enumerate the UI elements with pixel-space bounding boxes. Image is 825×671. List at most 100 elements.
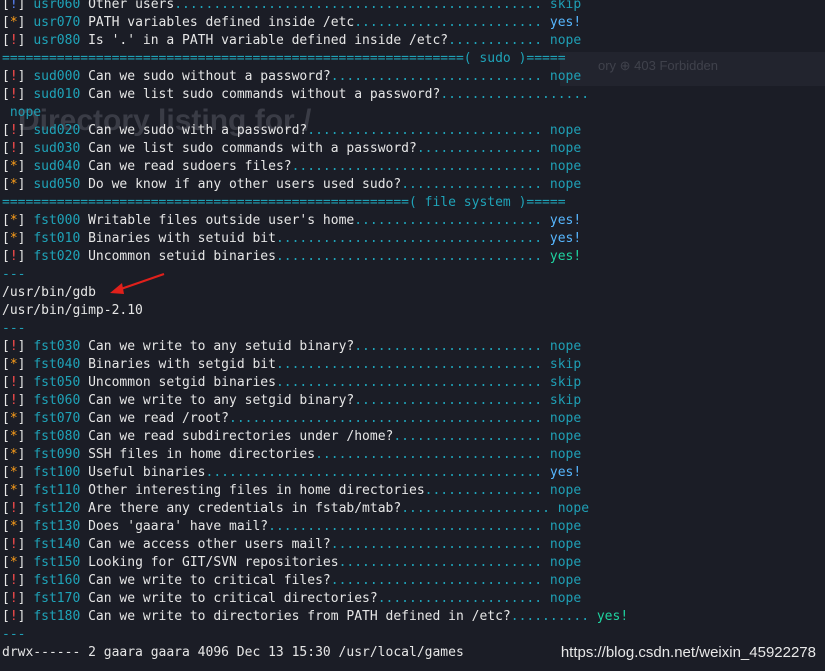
check-dots: ........................... [330,573,543,588]
severity-marker: * [9,159,18,174]
check-question: Can we list sudo commands with a passwor… [88,141,417,156]
check-code: fst100 [33,465,81,480]
check-row-fst170: [!] fst170 Can we write to critical dire… [2,590,824,608]
separator-right: ===== [526,51,566,66]
check-dots: .................................. [275,375,543,390]
check-question: Uncommon setuid binaries [88,249,276,264]
check-code: usr080 [33,33,81,48]
check-result: skip [549,357,582,372]
check-question: Writable files outside user's home [88,213,355,228]
output-text: --- [2,627,26,642]
output-text: --- [2,321,26,336]
check-code: fst140 [33,537,81,552]
check-dots: .................................. [275,249,543,264]
bracket-close: ] [17,177,26,192]
severity-marker: ! [9,339,18,354]
bracket-open: [ [2,357,10,372]
check-code: fst170 [33,591,81,606]
check-question: Can we write to critical files? [88,573,331,588]
bracket-close: ] [17,429,26,444]
bracket-open: [ [2,447,10,462]
check-code: usr070 [33,15,81,30]
severity-marker: ! [9,375,18,390]
check-question: PATH variables defined inside /etc [88,15,355,30]
bracket-open: [ [2,393,10,408]
check-row-fst000: [*] fst000 Writable files outside user's… [2,212,824,230]
bracket-open: [ [2,465,10,480]
bracket-close: ] [17,573,26,588]
check-code: sud040 [33,159,81,174]
bracket-close: ] [17,591,26,606]
check-dots: .................................. [275,231,543,246]
check-dots: ........................................ [229,411,543,426]
severity-marker: ! [9,573,18,588]
check-question: SSH files in home directories [88,447,316,462]
check-result: yes! [549,249,582,264]
check-result: skip [549,0,582,12]
check-code: fst070 [33,411,81,426]
bracket-open: [ [2,33,10,48]
check-dots: ..................... [377,591,543,606]
check-code: sud030 [33,141,81,156]
check-row-sud020: [!] sud020 Can we sudo with a password?.… [2,122,824,140]
check-question: Binaries with setuid bit [88,231,276,246]
severity-marker: * [9,429,18,444]
check-row-usr060: [!] usr060 Other users..................… [2,0,824,14]
check-question: Binaries with setgid bit [88,357,276,372]
check-row-sud040: [*] sud040 Can we read sudoers files?...… [2,158,824,176]
check-dots: .................. [401,177,543,192]
section-label: ( file system ) [409,195,527,210]
check-dots: ................ [416,141,543,156]
check-row-fst070: [*] fst070 Can we read /root?...........… [2,410,824,428]
check-row-fst010: [*] fst010 Binaries with setuid bit.....… [2,230,824,248]
output-text: /usr/bin/gimp-2.10 [2,303,143,318]
separator-right: ===== [526,195,566,210]
bracket-close: ] [17,483,26,498]
check-row-sud050: [*] sud050 Do we know if any other users… [2,176,824,194]
severity-marker: ! [9,537,18,552]
check-result: nope [549,159,582,174]
check-dots: .............................. [307,123,543,138]
bracket-close: ] [17,555,26,570]
check-result: nope [549,33,582,48]
check-row-fst040: [*] fst040 Binaries with setgid bit.....… [2,356,824,374]
check-result: nope [549,69,582,84]
check-dots: ........................ [354,15,543,30]
check-result: nope [549,429,582,444]
severity-marker: * [9,177,18,192]
check-row-fst020: [!] fst020 Uncommon setuid binaries.....… [2,248,824,266]
bracket-close: ] [17,33,26,48]
check-result: yes! [549,465,582,480]
check-result: nope [549,483,582,498]
check-row-fst140: [!] fst140 Can we access other users mai… [2,536,824,554]
check-dots: ................... [401,501,550,516]
separator-left: ========================================… [2,51,464,66]
check-row-fst030: [!] fst030 Can we write to any setuid bi… [2,338,824,356]
bracket-open: [ [2,519,10,534]
bracket-open: [ [2,0,10,12]
terminal-window[interactable]: ory ⊕ 403 Forbidden Directory listing fo… [0,0,825,671]
red-arrow-icon [110,272,165,294]
check-question: Can we read sudoers files? [88,159,292,174]
check-question: Can we list sudo commands without a pass… [88,87,441,102]
severity-marker: ! [9,123,18,138]
bracket-open: [ [2,87,10,102]
check-code: fst010 [33,231,81,246]
section-label: ( sudo ) [463,51,527,66]
severity-marker: ! [9,33,18,48]
output-line: nope [2,104,824,122]
check-dots: ................... [393,429,543,444]
check-code: fst040 [33,357,81,372]
check-question: Can we write to directories from PATH de… [88,609,511,624]
check-code: fst060 [33,393,81,408]
check-result: nope [549,573,582,588]
check-question: Are there any credentials in fstab/mtab? [88,501,402,516]
check-code: sud000 [33,69,81,84]
output-line: --- [2,320,824,338]
severity-marker: ! [9,141,18,156]
check-result: yes! [549,231,582,246]
section-separator: ========================================… [2,194,824,212]
bracket-close: ] [17,537,26,552]
bracket-close: ] [17,447,26,462]
bracket-open: [ [2,141,10,156]
